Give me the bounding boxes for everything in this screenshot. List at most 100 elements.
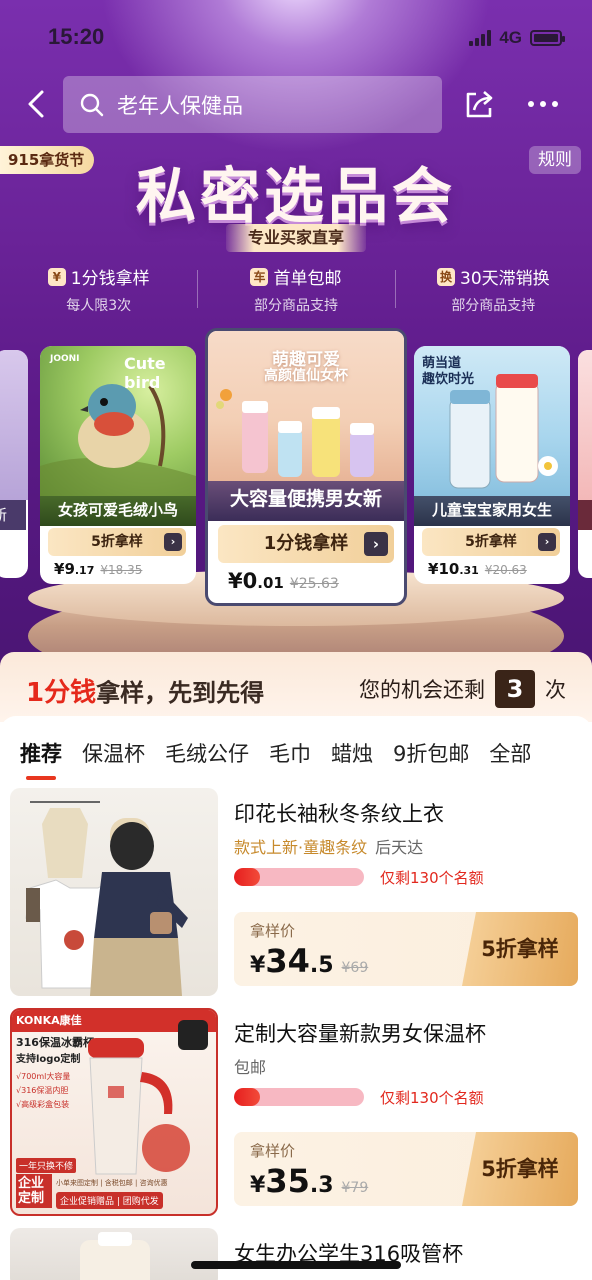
half-price-sample-button[interactable]: 5折拿样: [462, 1132, 578, 1206]
remaining-quota: 仅剩130个名额: [380, 1089, 484, 1107]
carousel-card-left[interactable]: JOONI Cute bird 女孩可爱毛绒小鸟 5折拿样 › ¥9.17 ¥1…: [40, 346, 196, 584]
original-price: ¥79: [341, 1180, 369, 1196]
bottles-illustration: [449, 374, 558, 489]
tab-discount-shipping[interactable]: 9折包邮: [393, 738, 469, 768]
tab-towel[interactable]: 毛巾: [269, 738, 311, 768]
chance-label: 您的机会还剩: [359, 678, 485, 702]
search-placeholder: 老年人保健品: [117, 93, 243, 118]
benefits-row: ¥1分钱拿样 每人限3次 车首单包邮 部分商品支持 换 30天滞销换 部分商品支持: [0, 264, 592, 316]
more-icon[interactable]: [528, 101, 558, 107]
product-card[interactable]: 印花长袖秋冬条纹上衣 款式上新·童趣条纹 后天达 仅剩130个名额 拿样价 ¥34…: [0, 788, 592, 1006]
truck-icon: 车: [250, 267, 269, 286]
tab-thermos[interactable]: 保温杯: [82, 738, 145, 768]
carousel-card-edge-left[interactable]: 新: [0, 350, 28, 578]
sample-price: ¥35.3 ¥79: [250, 1162, 369, 1200]
price-decimal: .5: [309, 953, 334, 978]
price-main: ¥10.31: [428, 560, 479, 578]
thumb-badge: 一年只换不修: [16, 1158, 77, 1173]
tab-recommend[interactable]: 推荐: [20, 738, 62, 780]
stock-progress-bar: [234, 1088, 364, 1106]
price-box: 拿样价 ¥35.3 ¥79 5折拿样: [234, 1132, 578, 1206]
carousel-card-right[interactable]: 萌当道 趣饮时光 儿童宝宝家用女生 5折拿样 › ¥10.31 ¥20.63: [414, 346, 570, 584]
chance-count: 3: [495, 670, 535, 708]
carousel-card-center[interactable]: 萌趣可爱 高颜值仙女杯 大容量便携男女新 1分钱拿样 › ¥0.01 ¥25.6…: [205, 328, 407, 606]
benefit-sub: 每人限3次: [66, 298, 132, 314]
apparel-photo-illustration: [25, 801, 188, 996]
benefit-sample: ¥1分钱拿样 每人限3次: [0, 264, 197, 316]
promo-headline: 1分钱拿样，先到先得: [26, 672, 264, 709]
chance-counter: 您的机会还剩 3 次: [359, 670, 566, 708]
promo-highlight: 1分钱: [26, 678, 97, 708]
promo-text: 拿样，先到先得: [96, 679, 265, 707]
price-old: ¥25.63: [289, 576, 339, 592]
search-icon: [80, 93, 104, 116]
card-name: 女孩可爱毛绒小鸟: [40, 496, 196, 526]
tab-candle[interactable]: 蜡烛: [331, 738, 373, 768]
stock-progress-bar: [234, 868, 364, 886]
thumb-footer2: 企业促销赠品 | 团购代发: [56, 1192, 163, 1209]
card-name: 大容量便携男女新: [208, 481, 404, 521]
card-price: ¥10.31 ¥20.63: [428, 560, 527, 578]
back-icon[interactable]: [22, 88, 54, 120]
network-label: 4G: [499, 28, 522, 47]
sample-price: ¥34.5 ¥69: [250, 942, 369, 980]
status-time: 15:20: [48, 24, 105, 49]
benefit-title: 首单包邮: [273, 269, 342, 289]
benefit-exchange: 换 30天滞销换 部分商品支持: [394, 264, 592, 316]
product-image: JOONI Cute bird: [40, 346, 196, 496]
price-old: ¥18.35: [100, 563, 143, 577]
product-title: 印花长袖秋冬条纹上衣: [234, 802, 444, 826]
price-old: ¥20.63: [484, 563, 527, 577]
cta-label: 1分钱拿样: [263, 533, 349, 554]
product-card[interactable]: 女生办公学生316吸管杯: [0, 1228, 592, 1280]
chevron-right-icon: ›: [538, 533, 556, 551]
brand-logo: JOONI: [50, 354, 80, 364]
product-card[interactable]: KONKA康佳 316保温冰霸杯 支持logo定制 √700ml大容量 √316…: [0, 1008, 592, 1226]
thumb-corner: 企业定制: [16, 1174, 52, 1208]
exchange-icon: 换: [437, 267, 455, 286]
price-label: 拿样价: [250, 922, 296, 940]
signal-icon: [469, 30, 492, 46]
card-cta-button[interactable]: 5折拿样 ›: [422, 528, 560, 556]
price-box: 拿样价 ¥34.5 ¥69 5折拿样: [234, 912, 578, 986]
promo-strip: 1分钱拿样，先到先得 您的机会还剩 3 次: [0, 652, 592, 722]
status-indicators: 4G: [469, 28, 565, 48]
category-tabs: 推荐 保温杯 毛绒公仔 毛巾 蜡烛 9折包邮 全部: [0, 716, 592, 782]
price-integer: 34: [265, 942, 310, 980]
product-tag: 款式上新·童趣条纹: [234, 838, 368, 857]
battery-icon: [530, 30, 565, 46]
hero-banner: 15:20 4G 老年人保健品 915拿货节 规则 私密选品会 专业买家直享 ¥…: [0, 0, 592, 680]
chance-unit: 次: [545, 678, 566, 702]
product-image: [10, 788, 218, 996]
card-price: ¥9.17 ¥18.35: [54, 560, 142, 578]
status-bar: 15:20 4G: [0, 0, 592, 70]
card-edge-label: 新: [0, 500, 26, 530]
card-cta-button[interactable]: 1分钱拿样 ›: [218, 525, 394, 563]
card-price: ¥0.01 ¥25.63: [228, 569, 339, 593]
remaining-quota: 仅剩130个名额: [380, 869, 484, 887]
home-indicator: [191, 1261, 401, 1269]
tab-all[interactable]: 全部: [489, 738, 531, 768]
yuan-icon: ¥: [47, 267, 66, 286]
product-image: [10, 1228, 218, 1280]
product-image: KONKA康佳 316保温冰霸杯 支持logo定制 √700ml大容量 √316…: [10, 1008, 218, 1216]
hero-subtitle-wrap: 专业买家直享: [0, 224, 592, 252]
half-price-sample-button[interactable]: 5折拿样: [462, 912, 578, 986]
benefit-free-shipping: 车首单包邮 部分商品支持: [197, 264, 394, 316]
carousel-card-edge-right[interactable]: [578, 350, 592, 578]
search-input[interactable]: 老年人保健品: [63, 76, 442, 133]
cta-label: 5折拿样: [465, 534, 517, 550]
hero-subtitle: 专业买家直享: [225, 224, 366, 252]
benefit-sub: 部分商品支持: [253, 298, 338, 314]
chevron-right-icon: ›: [364, 532, 388, 556]
stock-progress-fill: [234, 868, 260, 886]
hero-title: 私密选品会: [136, 162, 456, 232]
price-main: ¥0.01: [228, 569, 284, 593]
benefit-title: 30天滞销换: [460, 269, 550, 289]
original-price: ¥69: [341, 960, 369, 976]
tab-plush[interactable]: 毛绒公仔: [165, 738, 249, 768]
thumb-footer1: 小单来图定制 | 含税包邮 | 咨询优惠: [56, 1179, 168, 1187]
share-icon[interactable]: [462, 88, 496, 122]
card-cta-button[interactable]: 5折拿样 ›: [48, 528, 186, 556]
price-integer: 35: [265, 1162, 310, 1200]
